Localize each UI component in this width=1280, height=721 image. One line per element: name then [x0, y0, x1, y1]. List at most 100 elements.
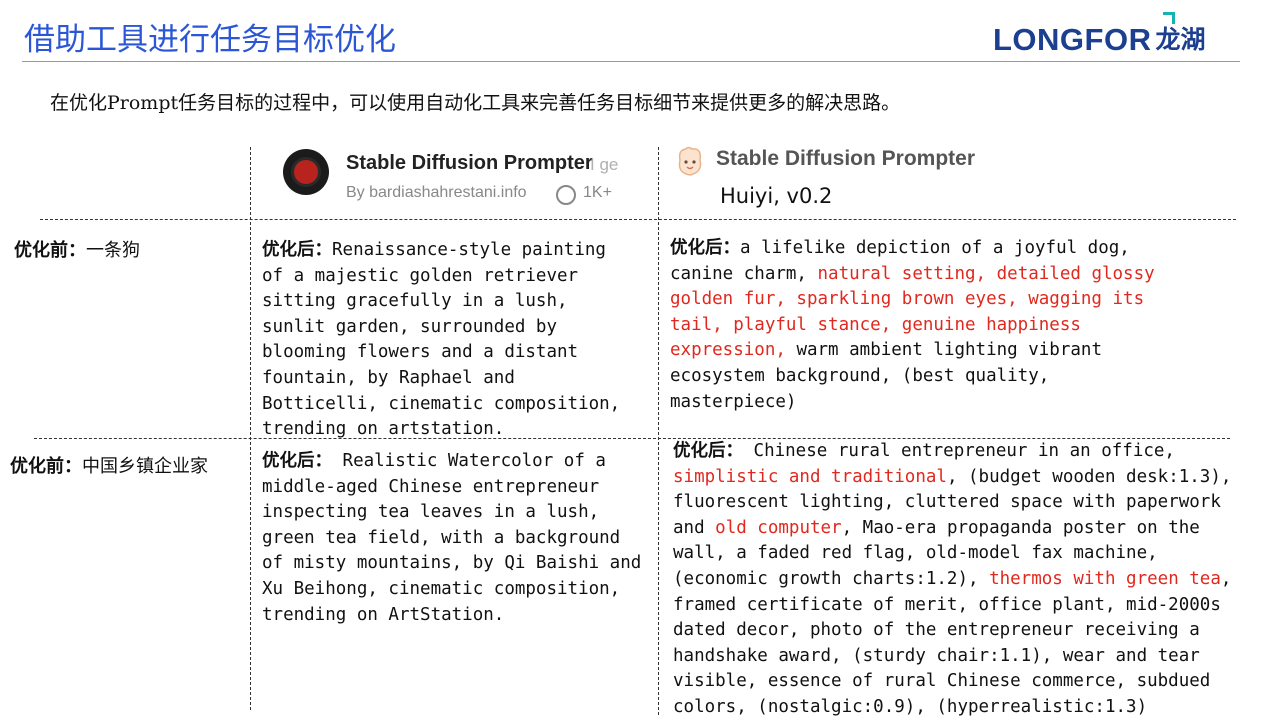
prompter-avatar-icon [283, 149, 329, 195]
row-label: 优化前：中国乡镇企业家 [10, 452, 208, 478]
prompt-text: green tea field, with a background [262, 527, 621, 548]
prompt-text: canine charm, [670, 263, 818, 284]
tool-name: Stable Diffusion Prompter [716, 147, 976, 170]
prompt-line: masterpiece) [670, 390, 1155, 416]
before-label: 优化前： [10, 456, 82, 477]
prompt-line: sunlit garden, surrounded by [262, 315, 620, 341]
prompt-line: fountain, by Raphael and [262, 366, 620, 392]
highlighted-text: simplistic and traditional [673, 466, 947, 487]
right-prompt-cell: 优化后：a lifelike depiction of a joyful dog… [670, 236, 1155, 415]
highlighted-text: golden fur, sparkling brown eyes, waggin… [670, 289, 1145, 310]
before-label: 优化前： [14, 240, 86, 261]
prompt-line: 优化后： Realistic Watercolor of a [262, 449, 641, 475]
logo-cn: 龙湖 [1155, 25, 1206, 54]
prompt-text: masterpiece) [670, 391, 797, 412]
prompt-line: Xu Beihong, cinematic composition, [262, 577, 641, 603]
prompt-text: , Mao-era propaganda poster on the [841, 517, 1200, 538]
highlighted-text: natural setting, detailed glossy [817, 263, 1155, 284]
prompt-text: of a majestic golden retriever [262, 265, 579, 286]
prompt-line: wall, a faded red flag, old-model fax ma… [673, 541, 1231, 567]
prompt-text: a lifelike depiction of a joyful dog, [740, 238, 1130, 258]
prompt-text: dated decor, photo of the entrepreneur r… [673, 620, 1200, 641]
prompt-line: 优化后：a lifelike depiction of a joyful dog… [670, 236, 1155, 262]
highlighted-text: thermos with green tea [989, 568, 1221, 589]
left-prompt-cell: 优化后： Realistic Watercolor of a middle-age… [262, 449, 641, 628]
cartoon-face-icon [678, 146, 702, 176]
prompt-line: trending on ArtStation. [262, 603, 641, 629]
prompt-text: Renaissance-style painting [332, 240, 606, 260]
highlighted-text: tail, playful stance, genuine happiness [670, 314, 1081, 335]
prompt-text: , (budget wooden desk:1.3), [946, 466, 1232, 487]
right-prompt-cell: 优化后： Chinese rural entrepreneur in an of… [673, 439, 1231, 721]
prompt-text: trending on ArtStation. [262, 604, 505, 625]
grid-divider [250, 147, 251, 710]
intro-text: 在优化Prompt任务目标的过程中，可以使用自动化工具来完善任务目标细节来提供更… [50, 92, 901, 114]
prompt-text: blooming flowers and a distant [262, 342, 579, 363]
prompt-line: simplistic and traditional, (budget wood… [673, 465, 1231, 491]
prompt-line: dated decor, photo of the entrepreneur r… [673, 618, 1231, 644]
logo-latin: LONGFOR [993, 22, 1152, 57]
prompt-text: visible, essence of rural Chinese commer… [673, 671, 1211, 692]
prompt-text: colors, (nostalgic:0.9), (hyperrealistic… [673, 696, 1148, 717]
grid-divider [658, 147, 659, 715]
after-label: 优化后： [262, 451, 332, 471]
prompt-text: trending on artstation. [262, 419, 505, 440]
prompt-line: visible, essence of rural Chinese commer… [673, 669, 1231, 695]
tool-name-truncated: I ge [590, 155, 619, 174]
prompt-line: middle-aged Chinese entrepreneur [262, 475, 641, 501]
after-label: 优化后： [670, 238, 740, 258]
prompt-text: warm ambient lighting vibrant [785, 340, 1102, 361]
prompt-text: handshake award, (sturdy chair:1.1), wea… [673, 645, 1200, 666]
title-divider [22, 61, 1240, 62]
highlighted-text: expression, [670, 340, 786, 361]
prompt-line: colors, (nostalgic:0.9), (hyperrealistic… [673, 695, 1231, 721]
prompt-line: inspecting tea leaves in a lush, [262, 500, 641, 526]
prompt-line: Botticelli, cinematic composition, [262, 392, 620, 418]
prompt-text: Xu Beihong, cinematic composition, [262, 578, 621, 599]
prompt-text: wall, a faded red flag, old-model fax ma… [673, 543, 1158, 564]
prompt-text: fountain, by Raphael and [262, 367, 515, 388]
row-label: 优化前：一条狗 [14, 236, 140, 262]
slide-title: 借助工具进行任务目标优化 [24, 22, 396, 58]
prompt-line: and old computer, Mao-era propaganda pos… [673, 516, 1231, 542]
prompt-line: fluorescent lighting, cluttered space wi… [673, 490, 1231, 516]
prompt-line: framed certificate of merit, office plan… [673, 593, 1231, 619]
tool-usage-count: 1K+ [583, 184, 612, 201]
prompt-line: of a majestic golden retriever [262, 264, 620, 290]
prompt-text: Botticelli, cinematic composition, [262, 393, 621, 414]
longfor-logo: LONGFOR 龙湖 [993, 12, 1206, 58]
prompt-text: and [673, 517, 716, 538]
prompt-text: middle-aged Chinese entrepreneur [262, 476, 600, 497]
tool-version: Huiyi, v0.2 [720, 184, 833, 208]
prompt-line: sitting gracefully in a lush, [262, 289, 620, 315]
prompt-line: of misty mountains, by Qi Baishi and [262, 551, 641, 577]
highlighted-text: old computer [715, 517, 842, 538]
prompt-text: sunlit garden, surrounded by [262, 316, 558, 337]
prompt-text: Chinese rural entrepreneur in an office, [743, 441, 1175, 461]
prompt-line: 优化后： Chinese rural entrepreneur in an of… [673, 439, 1231, 465]
grid-divider [40, 219, 1236, 220]
prompt-text: (economic growth charts:1.2), [673, 568, 990, 589]
prompt-line: blooming flowers and a distant [262, 340, 620, 366]
prompt-line: ecosystem background, (best quality, [670, 364, 1155, 390]
prompt-line: 优化后：Renaissance-style painting [262, 238, 620, 264]
prompt-line: handshake award, (sturdy chair:1.1), wea… [673, 644, 1231, 670]
before-text: 中国乡镇企业家 [82, 456, 208, 477]
prompt-text: fluorescent lighting, cluttered space wi… [673, 492, 1221, 513]
tool-name: Stable Diffusion Prompter [346, 152, 593, 174]
prompt-text: , [1220, 568, 1232, 589]
chat-bubble-icon [556, 185, 576, 205]
prompt-text: of misty mountains, by Qi Baishi and [262, 553, 642, 574]
prompt-line: (economic growth charts:1.2), thermos wi… [673, 567, 1231, 593]
logo-accent-icon [1163, 12, 1175, 24]
prompt-line: green tea field, with a background [262, 526, 641, 552]
prompt-text: inspecting tea leaves in a lush, [262, 502, 600, 523]
tool-author: By bardiashahrestani.info [346, 184, 527, 201]
after-label: 优化后： [673, 441, 743, 461]
before-text: 一条狗 [86, 240, 140, 261]
prompt-text: Realistic Watercolor of a [332, 451, 606, 471]
prompt-line: canine charm, natural setting, detailed … [670, 262, 1155, 288]
prompt-line: golden fur, sparkling brown eyes, waggin… [670, 287, 1155, 313]
left-prompt-cell: 优化后：Renaissance-style painting of a majes… [262, 238, 620, 443]
prompt-text: ecosystem background, (best quality, [670, 365, 1050, 386]
